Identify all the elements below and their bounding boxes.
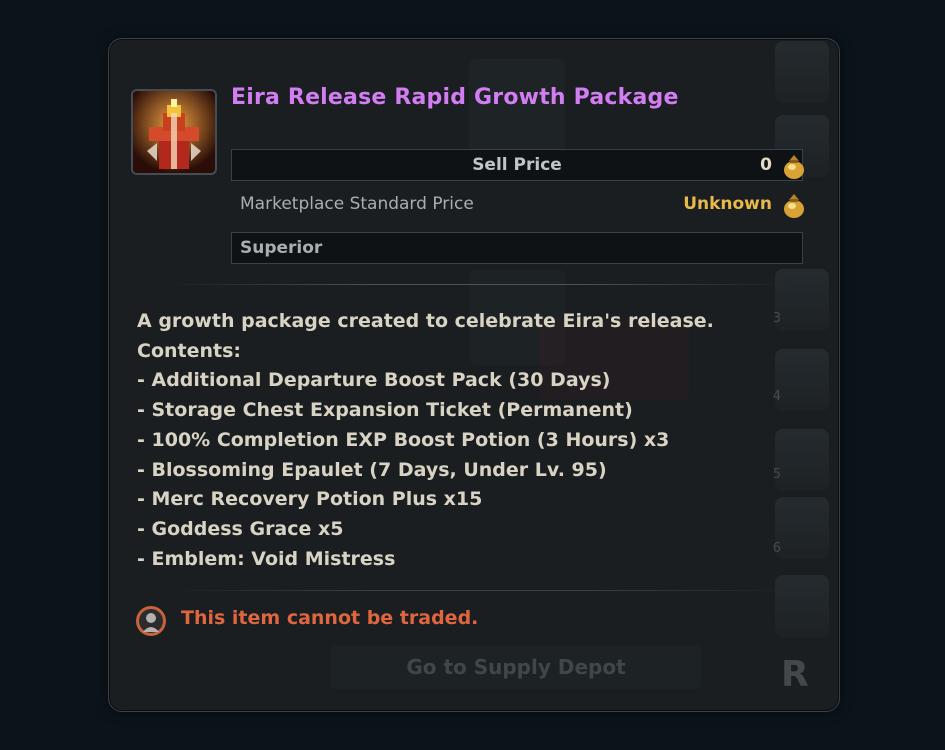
item-title: Eira Release Rapid Growth Package [231,85,679,110]
logo-icon: R [781,654,809,695]
background-chest-slot [775,269,829,331]
market-price-label: Marketplace Standard Price [240,194,474,214]
description-line: - Goddess Grace x5 [137,517,344,540]
trade-warning: This item cannot be traded. [181,607,479,629]
background-chest-slot [775,429,829,491]
description-line: - Storage Chest Expansion Ticket (Perman… [137,399,633,422]
description-line: - 100% Completion EXP Boost Potion (3 Ho… [137,428,670,451]
background-tool-slot [775,575,829,637]
background-chest-slot [775,497,829,559]
sell-price-value: 0 [760,155,772,175]
description-line: - Blossoming Epaulet (7 Days, Under Lv. … [137,458,607,481]
item-tooltip: 2 3 4 5 6 Go to Supply Depot R Ei [108,38,840,712]
description-line: A growth package created to celebrate Ei… [137,310,714,332]
divider [169,590,789,591]
supply-depot-button: Go to Supply Depot [331,645,701,689]
gold-pouch-icon [782,152,806,180]
item-grade: Superior [240,238,323,258]
sell-price-label: Sell Price [472,155,562,175]
item-description: A growth package created to celebrate Ei… [137,307,777,574]
market-price-row: Marketplace Standard Price Unknown [231,188,806,220]
sell-price-row: Sell Price 0 [231,149,806,181]
gift-box-icon [131,89,217,175]
gold-pouch-icon [782,191,806,219]
background-chest-slot [775,349,829,411]
description-line: - Merc Recovery Potion Plus x15 [137,488,483,511]
grade-row: Superior [231,232,803,264]
no-trade-icon [135,605,167,637]
description-line: - Additional Departure Boost Pack (30 Da… [137,369,611,392]
background-chest-slot [775,41,829,103]
divider [169,284,789,285]
description-line: Contents: [137,339,242,362]
market-price-value: Unknown [683,194,772,214]
description-line: - Emblem: Void Mistress [137,547,396,570]
